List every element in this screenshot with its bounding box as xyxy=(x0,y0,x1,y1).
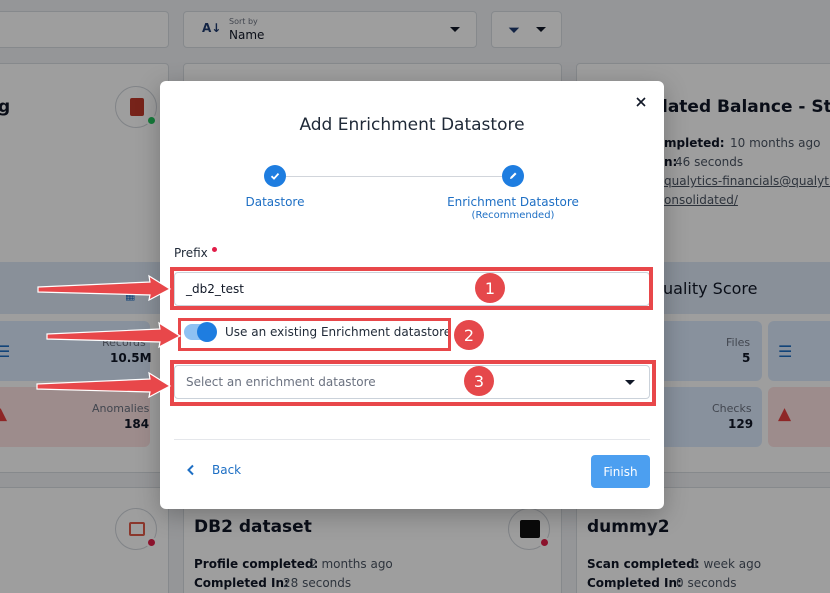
arrow-icon xyxy=(36,274,182,399)
callout-arrows xyxy=(36,274,182,399)
